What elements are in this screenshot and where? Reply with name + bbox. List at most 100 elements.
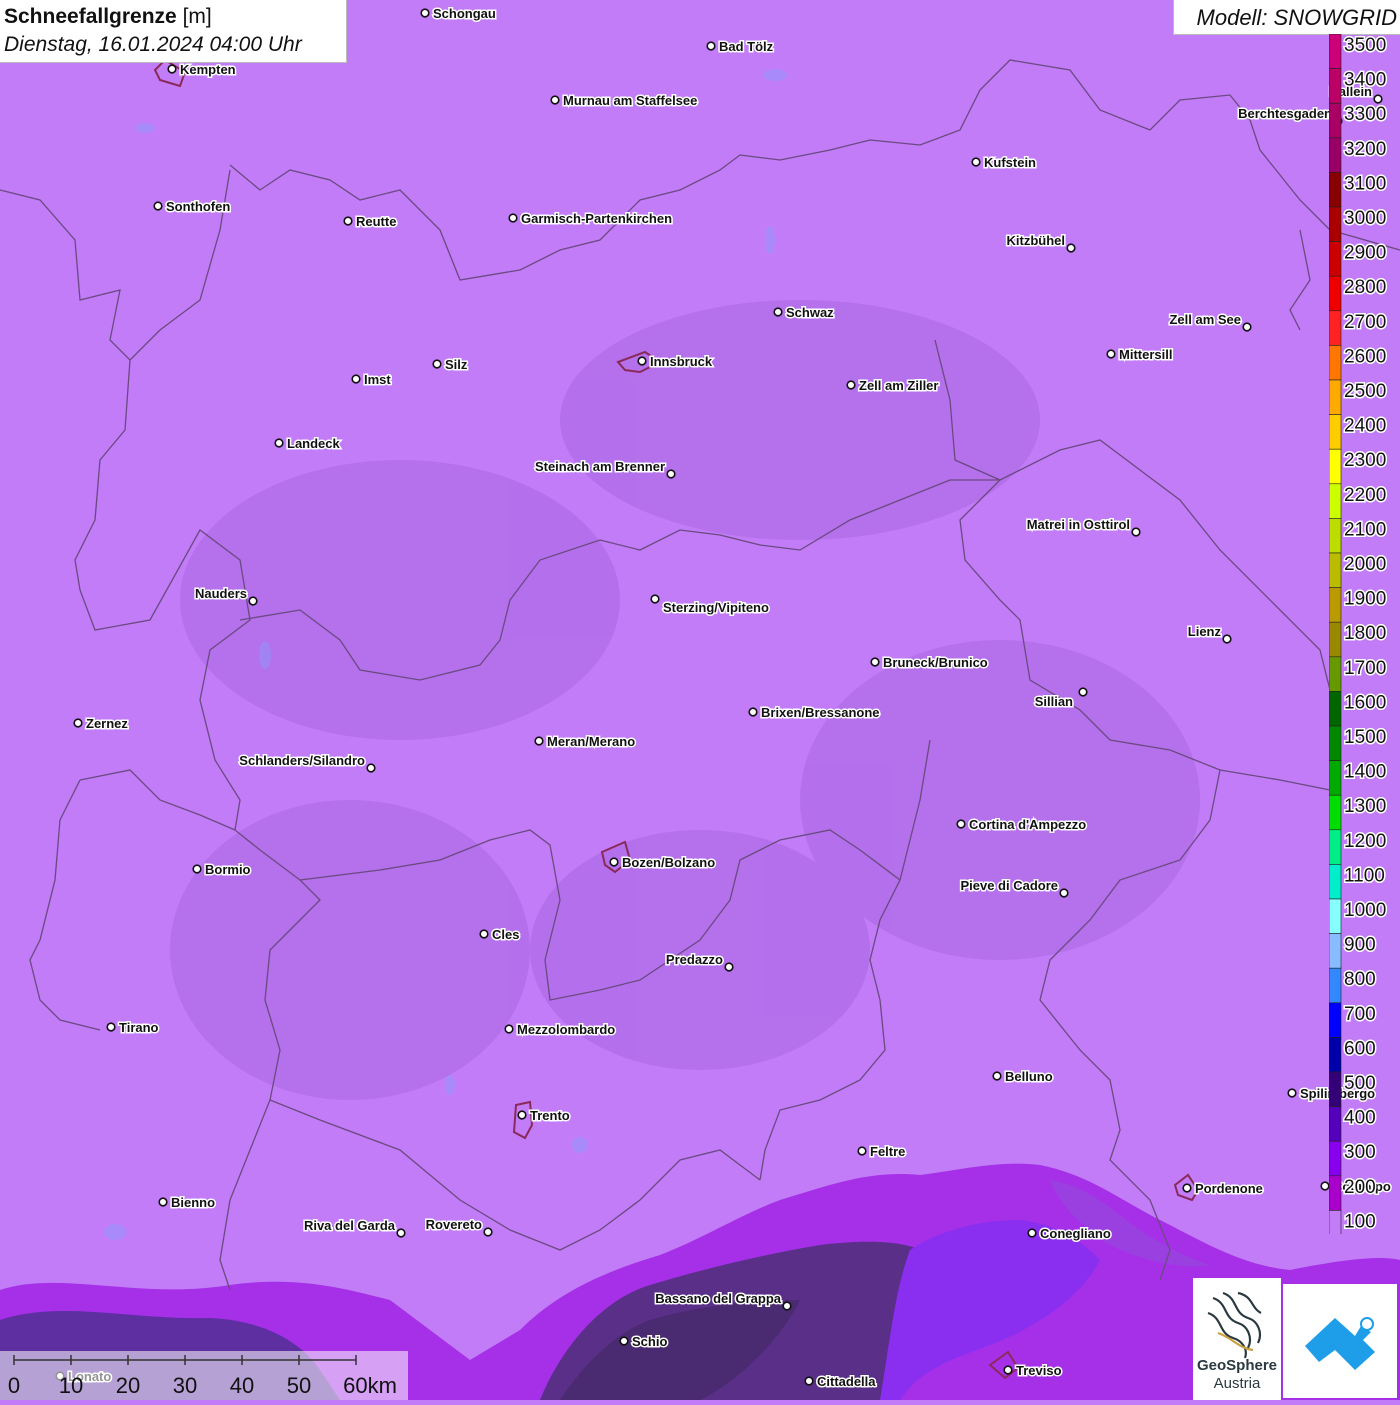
color-legend: 3500 3400 3300 3200 3100 3000 2900 2800 2700 2600… <box>1329 34 1388 1234</box>
legend-swatch <box>1329 68 1342 104</box>
legend-swatch <box>1329 1210 1342 1234</box>
legend-swatch <box>1329 760 1342 796</box>
snowgrid-logo <box>1283 1284 1397 1398</box>
legend-value: 3000 <box>1344 208 1386 229</box>
legend-swatch <box>1329 345 1342 381</box>
city-marker: Brixen/Bressanone <box>748 704 881 722</box>
legend-swatch <box>1329 102 1342 139</box>
city-dot <box>666 469 676 479</box>
legend-swatch <box>1329 241 1342 277</box>
city-label: Sillian <box>1035 694 1073 709</box>
city-dot <box>609 857 619 867</box>
legend-swatch <box>1329 933 1342 969</box>
city-dot <box>483 1227 493 1237</box>
legend-swatch <box>1329 1140 1342 1177</box>
city-dot <box>1222 634 1232 644</box>
city-dot <box>637 356 647 366</box>
legend-swatch <box>1329 794 1342 831</box>
legend-swatch <box>1329 1002 1342 1038</box>
legend-value: 2000 <box>1344 554 1386 575</box>
legend-swatch <box>1329 448 1342 485</box>
legend-value: 100 <box>1344 1211 1376 1232</box>
legend-value: 1000 <box>1344 900 1386 921</box>
model-panel: Modell: SNOWGRID <box>1173 0 1400 35</box>
city-label: Matrei in Osttirol <box>1027 517 1130 532</box>
city-label: Schlanders/Silandro <box>239 753 365 768</box>
legend-swatch <box>1329 829 1342 865</box>
city-dot <box>343 216 353 226</box>
variable-name: Schneefallgrenze <box>4 5 177 28</box>
legend-swatch <box>1329 414 1342 450</box>
city-label: Riva del Garda <box>304 1218 396 1233</box>
legend-value: 1400 <box>1344 762 1386 783</box>
legend-swatch <box>1329 552 1342 588</box>
legend-value: 1700 <box>1344 658 1386 679</box>
legend-value: 2300 <box>1344 450 1386 471</box>
city-dot <box>73 718 83 728</box>
city-label: Berchtesgaden <box>1238 106 1332 121</box>
map-title: Schneefallgrenze [m] <box>4 5 212 29</box>
city-label: Pieve di Cadore <box>960 878 1058 893</box>
city-dot <box>782 1301 792 1311</box>
legend-swatch <box>1329 206 1342 242</box>
scale-tick-label: 50 <box>287 1373 311 1398</box>
city-label: Kufstein <box>984 155 1036 170</box>
legend-swatch <box>1329 518 1342 554</box>
legend-value: 1900 <box>1344 589 1386 610</box>
city-marker: Sonthofen <box>153 198 232 216</box>
legend-value: 500 <box>1344 1073 1376 1094</box>
legend-value: 2400 <box>1344 416 1386 437</box>
city-label: Predazzo <box>666 952 723 967</box>
city-dot <box>153 201 163 211</box>
city-label: Landeck <box>287 436 341 451</box>
city-label: Cittadella <box>817 1374 876 1389</box>
city-dot <box>804 1376 814 1386</box>
legend-swatch <box>1329 656 1342 692</box>
city-label: Pordenone <box>1195 1181 1263 1196</box>
legend-value: 1300 <box>1344 796 1386 817</box>
scale-tick-label: 30 <box>173 1373 197 1398</box>
scale-tick-label: 20 <box>116 1373 140 1398</box>
city-marker: Zell am Ziller <box>846 377 940 395</box>
city-dot <box>846 380 856 390</box>
model-label: Modell: SNOWGRID <box>1196 5 1397 30</box>
city-label: Murnau am Staffelsee <box>563 93 697 108</box>
city-dot <box>158 1197 168 1207</box>
legend-value: 2100 <box>1344 519 1386 540</box>
legend-value: 200 <box>1344 1177 1376 1198</box>
city-dot <box>274 438 284 448</box>
city-marker: Cortina d'Ampezzo <box>956 816 1088 834</box>
city-dot <box>396 1228 406 1238</box>
city-label: Innsbruck <box>650 354 713 369</box>
valid-time: Dienstag, 16.01.2024 04:00 Uhr <box>4 33 302 56</box>
city-dot <box>1003 1365 1013 1375</box>
scale-tick-label: 40 <box>230 1373 254 1398</box>
city-dot <box>420 8 430 18</box>
legend-swatch <box>1329 587 1342 623</box>
city-label: Bassano del Grappa <box>655 1291 781 1306</box>
geosphere-text: GeoSphere <box>1197 1357 1277 1374</box>
legend-value: 3200 <box>1344 139 1386 160</box>
city-label: Brixen/Bressanone <box>761 705 880 720</box>
legend-value: 1600 <box>1344 692 1386 713</box>
geosphere-logo: GeoSphere Austria <box>1193 1278 1281 1400</box>
legend-swatch <box>1329 621 1342 658</box>
legend-swatch <box>1329 310 1342 346</box>
scale-tick-label: 60km <box>343 1373 397 1398</box>
city-marker: Innsbruck <box>637 353 714 371</box>
city-dot <box>248 596 258 606</box>
unit-label: [m] <box>182 5 212 28</box>
legend-value: 800 <box>1344 969 1376 990</box>
city-label: Mittersill <box>1119 347 1172 362</box>
legend-swatch <box>1329 1106 1342 1142</box>
city-dot <box>1242 322 1252 332</box>
city-dot <box>550 95 560 105</box>
city-label: Conegliano <box>1040 1226 1111 1241</box>
city-label: Tirano <box>119 1020 159 1035</box>
city-dot <box>1027 1228 1037 1238</box>
city-label: Schongau <box>433 6 496 21</box>
city-label: Schwaz <box>786 305 834 320</box>
snowline-map[interactable]: Schongau Bad Tölz Kempten Murnau am Staffel… <box>0 0 1400 1400</box>
legend-value: 700 <box>1344 1004 1376 1025</box>
city-dot <box>1066 243 1076 253</box>
